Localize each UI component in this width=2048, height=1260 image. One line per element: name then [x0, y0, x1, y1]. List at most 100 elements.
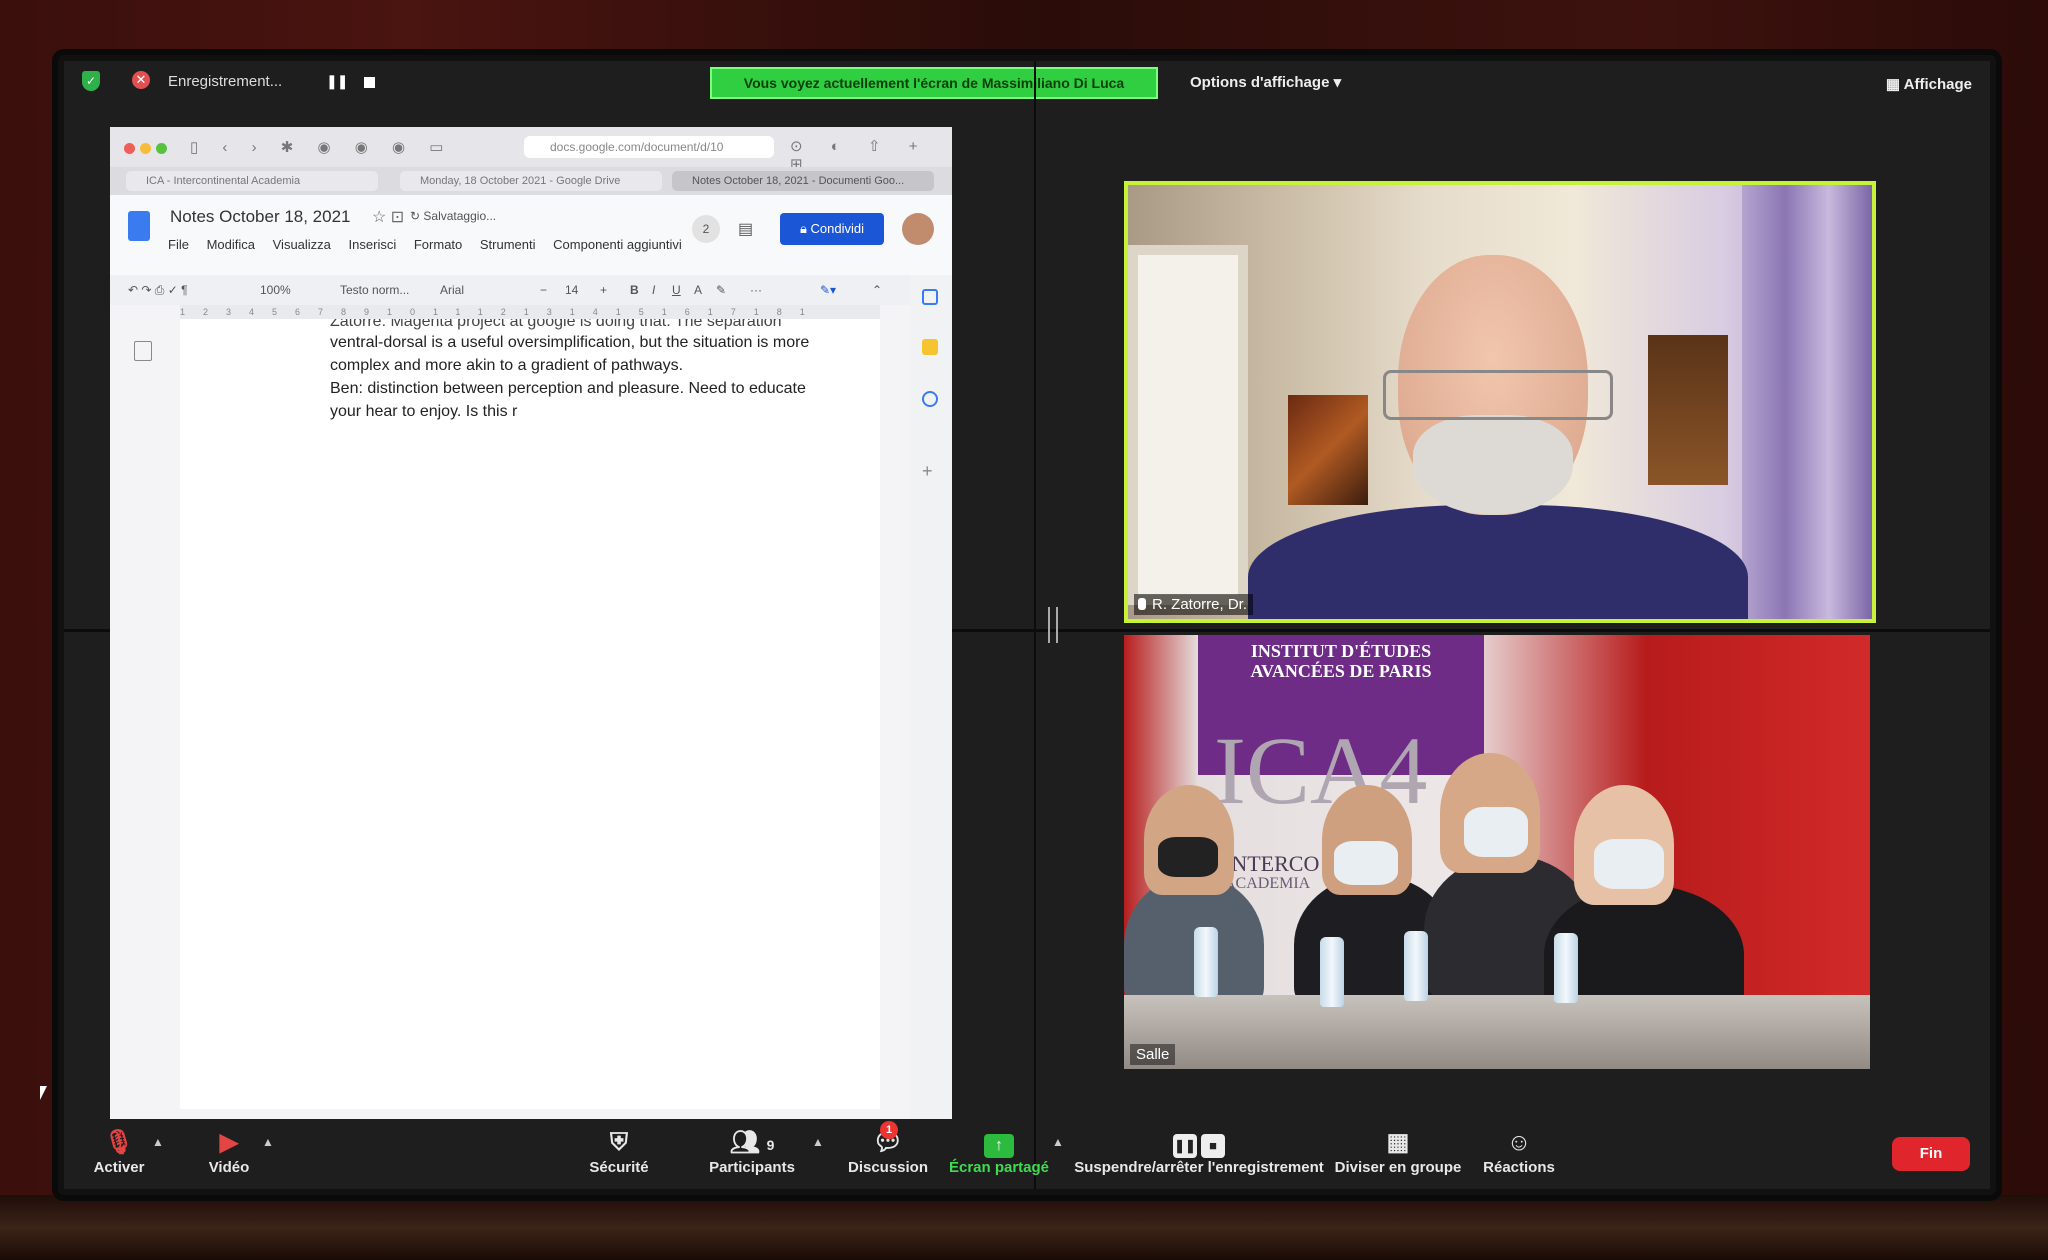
browser-tab-active[interactable]: Notes October 18, 2021 - Documenti Goo..…	[672, 171, 934, 191]
tasks-icon[interactable]	[922, 391, 938, 407]
menu-tools[interactable]: Strumenti	[480, 237, 536, 252]
recording-label: Enregistrement...	[168, 73, 283, 90]
horizontal-ruler[interactable]: 1234567891011121314151617181	[180, 305, 880, 320]
security-button[interactable]: ⛨ Sécurité	[574, 1127, 664, 1177]
document-body[interactable]: Zatorre: Magenta project at google is do…	[330, 319, 850, 423]
face-mask	[1334, 841, 1398, 885]
menu-view[interactable]: Visualizza	[273, 237, 331, 252]
browser-titlebar: ▯ ‹ › ✱ ◉ ◉ ◉ ▭ docs.google.com/document…	[110, 127, 952, 173]
pause-recording-icon[interactable]: ❚❚	[326, 73, 348, 90]
participants-button[interactable]: 👥︎ 9 Participants	[702, 1127, 802, 1177]
comment-icon[interactable]: ▤	[738, 219, 753, 239]
share-screen-button[interactable]: ↑ Écran partagé	[944, 1127, 1054, 1177]
room-background	[0, 1195, 2048, 1260]
document-outline-icon[interactable]	[134, 341, 152, 361]
participant-name: R. Zatorre, Dr.	[1152, 596, 1248, 613]
collaborators-count[interactable]: 2	[692, 215, 720, 243]
end-meeting-button[interactable]: Fin	[1892, 1137, 1970, 1171]
menu-file[interactable]: File	[168, 237, 189, 252]
chevron-down-icon: ▾	[1333, 74, 1342, 91]
menu-addons[interactable]: Componenti aggiuntivi	[553, 237, 682, 252]
font-size-increase-icon[interactable]: +	[600, 283, 607, 297]
browser-tab[interactable]: ICA - Intercontinental Academia	[126, 171, 378, 191]
minimize-window-button[interactable]	[140, 143, 151, 154]
star-icon[interactable]: ☆ ⊡	[372, 207, 404, 227]
document-line: Zatorre: Magenta project at google is do…	[330, 319, 782, 330]
audio-options-chevron-icon[interactable]: ▲	[152, 1135, 164, 1149]
style-select[interactable]: Testo norm...	[340, 283, 409, 297]
document-title[interactable]: Notes October 18, 2021	[170, 207, 351, 227]
share-button[interactable]: 🔒︎ Condividi	[780, 213, 884, 245]
share-screen-icon: ↑	[984, 1134, 1014, 1158]
browser-tab[interactable]: Monday, 18 October 2021 - Google Drive	[400, 171, 662, 191]
zoom-select[interactable]: 100%	[260, 283, 291, 297]
screen-share-banner: Vous voyez actuellement l'écran de Massi…	[710, 67, 1158, 99]
recording-indicator-icon: ✕	[132, 71, 150, 89]
collapse-menu-icon[interactable]: ⌃	[872, 283, 882, 297]
speaker-video-tile[interactable]: R. Zatorre, Dr.	[1124, 181, 1876, 623]
participants-count: 9	[766, 1137, 775, 1153]
pause-stop-recording-button[interactable]: ❚❚ ■ Suspendre/arrêter l'enregistrement	[1074, 1127, 1324, 1177]
bold-icon[interactable]: B	[630, 283, 639, 297]
italic-icon[interactable]: I	[652, 283, 655, 297]
underline-icon[interactable]: U	[672, 283, 681, 297]
more-options-icon[interactable]: ···	[750, 283, 762, 297]
address-bar[interactable]: docs.google.com/document/d/10	[524, 136, 774, 158]
zoom-window-button[interactable]	[156, 143, 167, 154]
water-bottle	[1554, 933, 1578, 1003]
shield-icon: ⛨	[610, 1129, 628, 1156]
pause-icon: ❚❚	[1173, 1134, 1197, 1158]
avatar[interactable]	[902, 213, 934, 245]
zoom-meeting-controls: 🎙︎ Activer ▲ ▶︎ Vidéo ▲ ⛨ Sécurité 👥︎ 9 …	[64, 1121, 1990, 1189]
face-mask	[1594, 839, 1664, 889]
breakout-rooms-button[interactable]: ▦ Diviser en groupe	[1334, 1127, 1462, 1177]
shared-screen-browser: ▯ ‹ › ✱ ◉ ◉ ◉ ▭ docs.google.com/document…	[110, 127, 952, 1119]
font-size-decrease-icon[interactable]: −	[540, 283, 547, 297]
menu-insert[interactable]: Inserisci	[349, 237, 397, 252]
zoom-top-bar: ✓ ✕ Enregistrement... ❚❚ Vous voyez actu…	[64, 61, 1990, 105]
participants-label: Participants	[709, 1159, 795, 1176]
participants-options-chevron-icon[interactable]: ▲	[812, 1135, 824, 1149]
view-options-menu[interactable]: Options d'affichage ▾	[1190, 73, 1341, 91]
stop-recording-icon[interactable]	[364, 77, 375, 88]
font-size-field[interactable]: 14	[565, 283, 578, 297]
lock-icon: 🔒︎	[799, 221, 807, 236]
menu-edit[interactable]: Modifica	[207, 237, 255, 252]
view-options-label: Options d'affichage	[1190, 74, 1330, 91]
view-button[interactable]: ▦ Affichage	[1886, 75, 1972, 93]
share-options-chevron-icon[interactable]: ▲	[1052, 1135, 1064, 1149]
conference-table	[1124, 995, 1870, 1069]
highlight-icon[interactable]: ✎	[716, 283, 726, 297]
font-select[interactable]: Arial	[440, 283, 464, 297]
editing-mode-icon[interactable]: ✎▾	[820, 283, 836, 297]
face-mask	[1158, 837, 1218, 877]
participants-icon: 👥︎	[729, 1129, 760, 1156]
text-color-icon[interactable]: A	[694, 283, 702, 297]
split-resize-handle[interactable]	[1048, 607, 1058, 643]
speaker-figure	[1413, 415, 1573, 515]
undo-redo-print-icons[interactable]: ↶ ↷ ⎙ ✓ ¶	[128, 283, 188, 298]
google-docs-icon[interactable]	[128, 211, 150, 241]
add-addon-icon[interactable]: +	[922, 461, 933, 482]
view-button-label: Affichage	[1903, 76, 1972, 93]
water-bottle	[1320, 937, 1344, 1007]
video-button[interactable]: ▶︎ Vidéo	[194, 1127, 264, 1177]
chat-button[interactable]: 💬︎ 1 Discussion	[840, 1121, 936, 1177]
document-line: your hear to enjoy. Is this r	[330, 403, 518, 420]
keep-notes-icon[interactable]	[922, 339, 938, 355]
unmute-button[interactable]: 🎙︎ Activer	[84, 1127, 154, 1177]
bezel-seam-vertical	[1034, 61, 1036, 1189]
menu-format[interactable]: Formato	[414, 237, 462, 252]
room-video-tile[interactable]: INSTITUT D'ÉTUDES AVANCÉES DE PARIS ICA4…	[1124, 635, 1870, 1069]
video-background	[1648, 335, 1728, 485]
document-page[interactable]: Zatorre: Magenta project at google is do…	[180, 319, 880, 1109]
close-window-button[interactable]	[124, 143, 135, 154]
video-options-chevron-icon[interactable]: ▲	[262, 1135, 274, 1149]
video-background	[1128, 245, 1248, 605]
calendar-icon[interactable]	[922, 289, 938, 305]
browser-tab-strip: ICA - Intercontinental Academia Monday, …	[110, 167, 952, 195]
monitor: ✓ ✕ Enregistrement... ❚❚ Vous voyez actu…	[58, 55, 1996, 1195]
security-shield-icon: ✓	[82, 71, 100, 91]
browser-nav-icons[interactable]: ▯ ‹ › ✱ ◉ ◉ ◉ ▭	[190, 138, 453, 156]
reactions-button[interactable]: ☺ Réactions	[1474, 1127, 1564, 1177]
